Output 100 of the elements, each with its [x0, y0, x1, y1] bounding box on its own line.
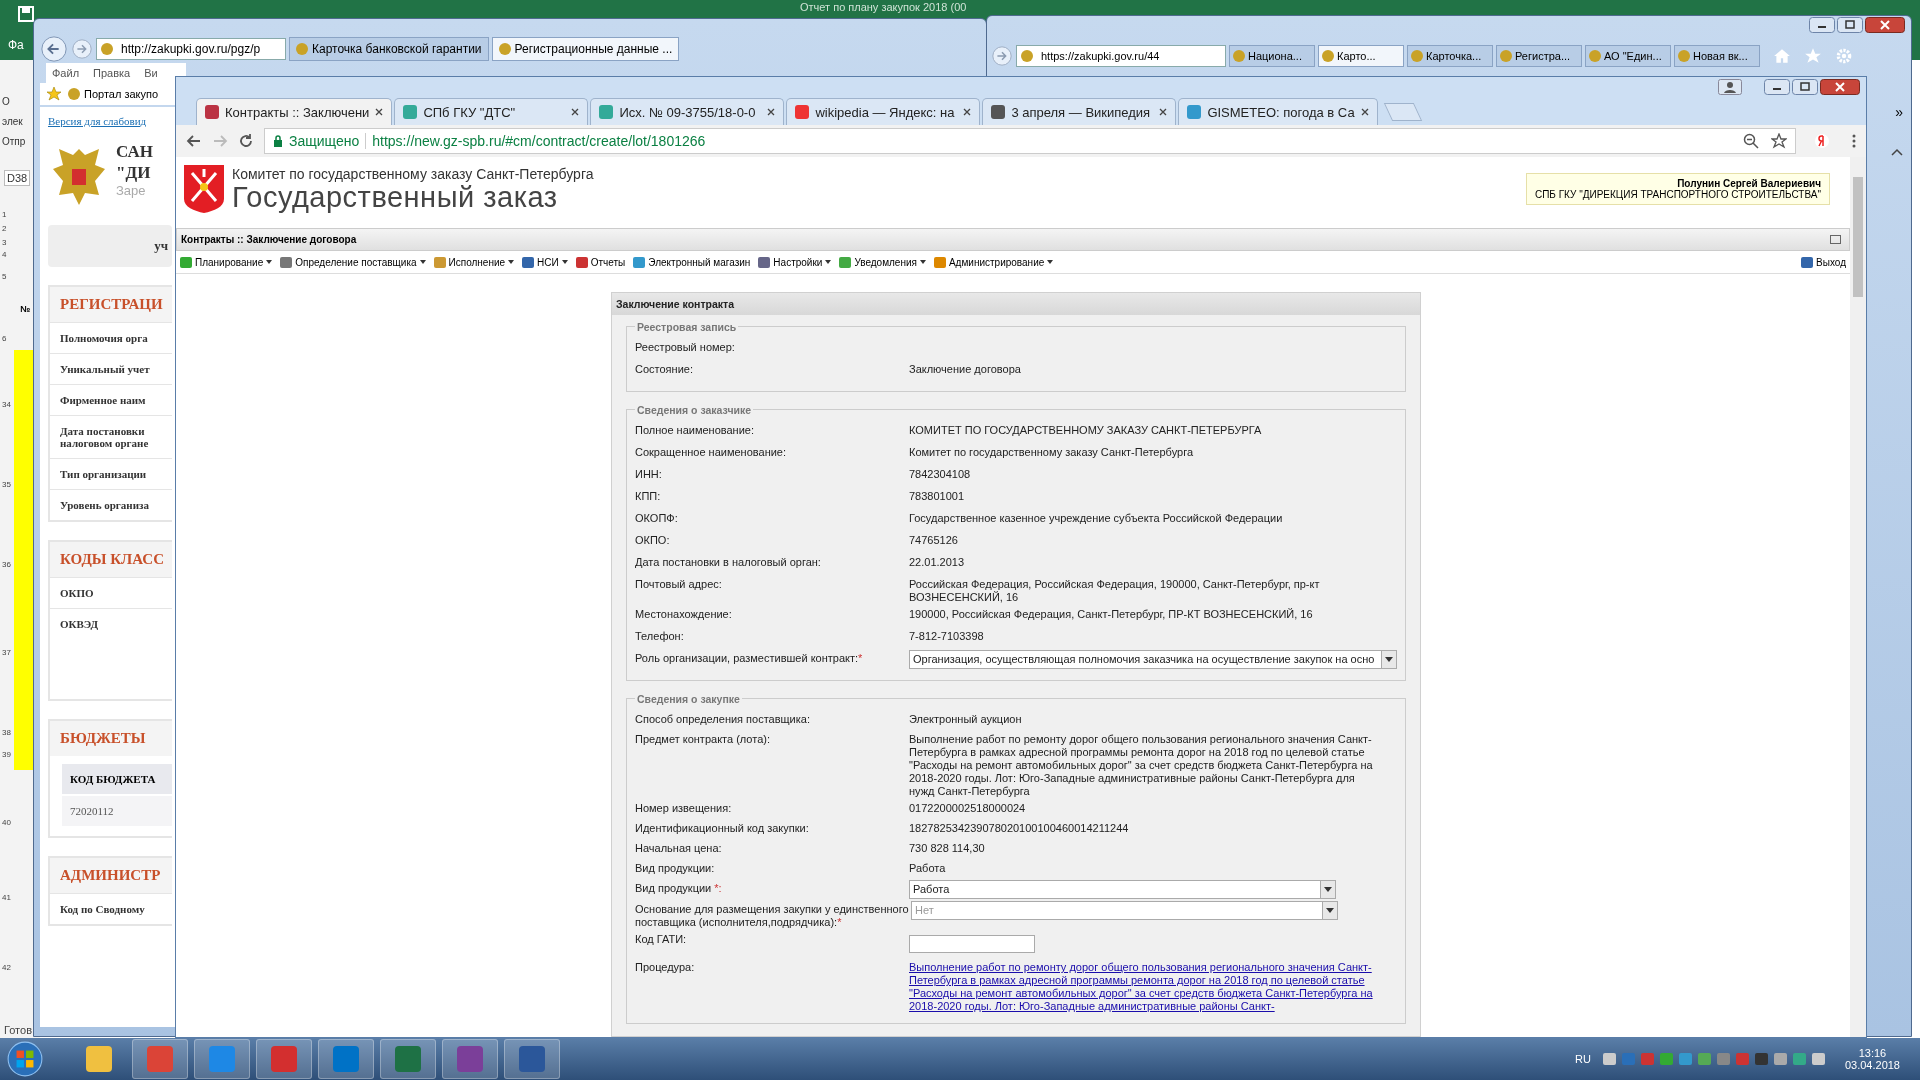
- taskbar-app-icon[interactable]: [380, 1039, 436, 1079]
- organization-title: "ДИ: [116, 162, 152, 183]
- start-button[interactable]: [6, 1040, 44, 1078]
- menu-item[interactable]: Планирование: [180, 256, 273, 268]
- collapse-button[interactable]: [1830, 235, 1841, 245]
- menu-item[interactable]: Электронный магазин: [633, 256, 751, 268]
- row-number: 3: [2, 238, 7, 247]
- zoom-out-icon[interactable]: [1743, 133, 1759, 149]
- row-number: 4: [2, 250, 7, 259]
- field-value: 190000, Российская Федерация, Санкт-Петербург, ПР-КТ ВОЗНЕСЕНСКИЙ, 16: [909, 607, 1314, 621]
- scrollbar[interactable]: [1850, 157, 1866, 1037]
- reload-icon[interactable]: [238, 133, 254, 149]
- dropdown-field[interactable]: Организация, осуществляющая полномочия заказчика на осуществление закупок на осно: [909, 650, 1397, 669]
- back-icon[interactable]: [40, 35, 68, 63]
- field-label: Вид продукции *:: [635, 881, 723, 895]
- field-label: Полное наименование:: [635, 423, 755, 437]
- address-field[interactable]: https://zakupki.gov.ru/44: [1016, 45, 1226, 67]
- ribbon-label: элек: [2, 116, 23, 127]
- column-header: №: [20, 304, 31, 314]
- star-icon[interactable]: [46, 86, 62, 102]
- menu-item[interactable]: Определение поставщика: [280, 256, 426, 268]
- accessibility-link[interactable]: Версия для слабовид: [48, 115, 147, 127]
- field-value: 7842304108: [909, 467, 972, 481]
- close-icon[interactable]: [1360, 108, 1369, 116]
- star-icon[interactable]: [1804, 47, 1822, 65]
- row-number: 5: [2, 272, 7, 281]
- menu-item[interactable]: НСИ: [522, 256, 568, 268]
- field-label: ОКОПФ:: [635, 511, 679, 525]
- close-icon[interactable]: [963, 108, 972, 116]
- browser-tab[interactable]: Национа...: [1229, 45, 1315, 67]
- menu-item[interactable]: Администрирование: [933, 256, 1054, 268]
- field-label: Номер извещения:: [635, 801, 733, 815]
- browser-tab[interactable]: АО "Един...: [1585, 45, 1671, 67]
- menu-item[interactable]: Отчеты: [575, 256, 626, 268]
- taskbar-app-icon[interactable]: [442, 1039, 498, 1079]
- file-tab[interactable]: Фа: [8, 38, 24, 52]
- language-indicator[interactable]: RU: [1575, 1053, 1591, 1065]
- browser-tab[interactable]: Новая вк...: [1674, 45, 1760, 67]
- minimize-button[interactable]: [1764, 79, 1790, 95]
- close-icon[interactable]: [1159, 108, 1168, 116]
- browser-tab[interactable]: 3 апреля — Википедия: [982, 98, 1177, 125]
- menu-item[interactable]: Файл: [52, 67, 80, 79]
- field-label: ОКВЭД: [60, 618, 98, 630]
- logout-button[interactable]: Выход: [1801, 256, 1846, 268]
- maximize-button[interactable]: [1792, 79, 1818, 95]
- browser-tab[interactable]: Регистра...: [1496, 45, 1582, 67]
- menu-item[interactable]: Уведомления: [839, 256, 926, 268]
- field-label: Код ГАТИ:: [635, 932, 688, 946]
- close-icon[interactable]: [375, 108, 384, 116]
- browser-tab[interactable]: Контракты :: Заключени: [196, 98, 393, 125]
- input-field[interactable]: [909, 935, 1035, 953]
- scroll-up-icon[interactable]: [1891, 148, 1903, 156]
- field-label: Уникальный учет: [60, 363, 150, 375]
- window-title: Отчет по плану закупок 2018 (00: [800, 1, 967, 13]
- browser-tab[interactable]: Карто...: [1318, 45, 1404, 67]
- field-value: 7-812-7103398: [909, 629, 985, 643]
- site-icon: [205, 105, 219, 119]
- field-label: Фирменное наим: [60, 394, 146, 406]
- minimize-button[interactable]: [1809, 17, 1835, 33]
- row-number: 34: [2, 400, 11, 409]
- browser-tab[interactable]: Регистрационные данные ...: [491, 37, 680, 61]
- browser-tab[interactable]: Карточка...: [1407, 45, 1493, 67]
- menu-item-icon: [933, 256, 946, 268]
- address-field[interactable]: Защищено https://new.gz-spb.ru/#cm/contract/create/lot/1801266: [264, 128, 1796, 154]
- close-icon[interactable]: [571, 108, 580, 116]
- dropdown-field[interactable]: Работа: [909, 880, 1336, 899]
- row-number: 41: [2, 893, 11, 902]
- more-tabs-button[interactable]: »: [1895, 104, 1903, 120]
- close-button[interactable]: [1820, 79, 1860, 95]
- taskbar-app-icon[interactable]: [504, 1039, 560, 1079]
- menu-item[interactable]: Ви: [144, 67, 158, 79]
- menu-icon[interactable]: [1852, 133, 1856, 149]
- caret-icon: [561, 260, 568, 265]
- browser-tab[interactable]: GISMETEO: погода в Са: [1178, 98, 1378, 125]
- yandex-icon[interactable]: [1814, 133, 1830, 149]
- menu-item[interactable]: Правка: [93, 67, 131, 79]
- menu-item-icon: [433, 256, 446, 268]
- maximize-button[interactable]: [1837, 17, 1863, 33]
- back-icon[interactable]: [186, 133, 202, 149]
- section-heading: БЮДЖЕТЫ: [60, 730, 146, 746]
- panel-title: Заключение контракта: [612, 293, 1420, 315]
- browser-tab[interactable]: СПб ГКУ "ДТС": [394, 98, 589, 125]
- browser-tab[interactable]: Исх. № 09-3755/18-0-0: [590, 98, 785, 125]
- browser-tab[interactable]: wikipedia — Яндекс: на: [786, 98, 981, 125]
- save-icon[interactable]: [18, 6, 34, 22]
- close-button[interactable]: [1865, 17, 1905, 33]
- ribbon-label: Отпр: [2, 136, 26, 147]
- user-icon[interactable]: [1718, 79, 1742, 95]
- browser-tab[interactable]: Карточка банковской гарантии: [289, 37, 489, 61]
- clock[interactable]: 13:16 03.04.2018: [1844, 1047, 1900, 1071]
- close-icon[interactable]: [767, 108, 776, 116]
- procedure-link[interactable]: Выполнение работ по ремонту дорог общего пользования регионального значения Санкт-Петербурга в рамках адресной программы ремонта дорог на 2018 год по целевой статье "Расходы на ремонт автомобильных дорог" за счет средств бюджета Санкт-Петербурга на 2018-2020 годы. Лот: Юго-Западные административные районы Санкт-: [909, 959, 1379, 1013]
- cell-reference-field[interactable]: D38: [4, 170, 31, 186]
- address-field[interactable]: http://zakupki.gov.ru/pgz/p: [96, 38, 286, 60]
- row-number: 6: [2, 334, 7, 343]
- caret-icon: [1324, 887, 1332, 892]
- bookmark-star-icon[interactable]: [1771, 133, 1787, 149]
- page-button[interactable]: уч: [48, 225, 172, 267]
- menu-item[interactable]: Настройки: [758, 256, 832, 268]
- menu-item[interactable]: Исполнение: [433, 256, 515, 268]
